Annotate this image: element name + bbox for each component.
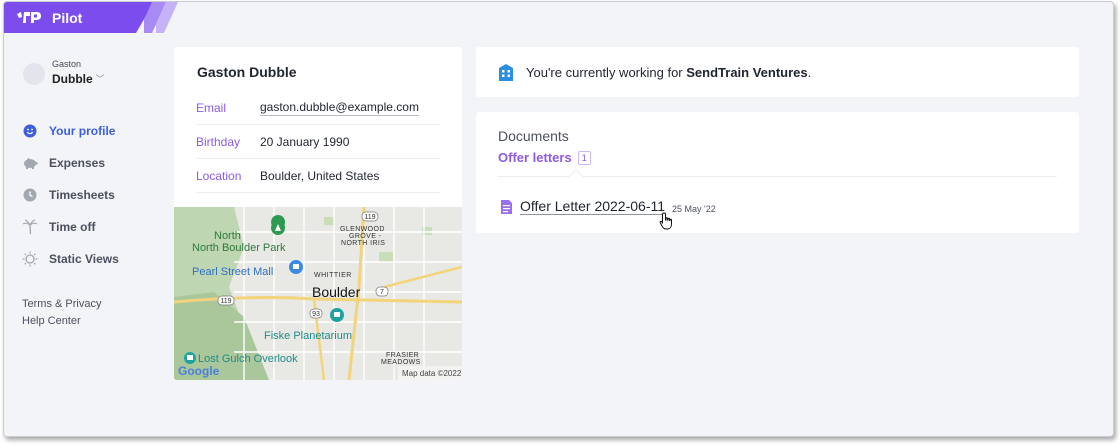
- map-pin-icon[interactable]: [184, 352, 196, 364]
- document-link[interactable]: Offer Letter 2022-06-11: [520, 199, 666, 215]
- document-icon: [501, 200, 512, 214]
- app-window: Pilot Gaston Dubble ﹀ Your profile Expen…: [3, 1, 1114, 437]
- route-93: 93: [312, 311, 320, 318]
- user-last-name: Dubble: [52, 71, 93, 86]
- map-attribution: Map data ©2022: [402, 369, 462, 378]
- location-label: Location: [196, 168, 242, 183]
- sidebar-item-your-profile[interactable]: Your profile: [22, 115, 119, 147]
- location-map[interactable]: 119 119 93 7 North North Boulder Park Pe…: [174, 207, 462, 380]
- palm-tree-icon: [22, 219, 38, 235]
- birthday-value: 20 January 1990: [260, 134, 350, 149]
- pilot-logo-icon: [17, 11, 41, 23]
- location-row: Location Boulder, United States: [196, 159, 440, 193]
- route-7: 7: [380, 289, 384, 296]
- notice-prefix: You're currently working for: [526, 64, 687, 80]
- birthday-label: Birthday: [196, 134, 241, 149]
- app-name: Pilot: [52, 9, 83, 26]
- sidebar-item-expenses[interactable]: Expenses: [22, 147, 119, 179]
- location-value: Boulder, United States: [260, 168, 380, 183]
- map-label-whittier: WHITTIER: [314, 272, 352, 279]
- map-label-pearl-street: Pearl Street Mall: [192, 266, 273, 278]
- map-pin-icon[interactable]: [330, 308, 344, 322]
- sidebar-item-static-views[interactable]: Static Views: [22, 243, 119, 275]
- sidebar-item-label: Expenses: [49, 156, 106, 170]
- brand-header[interactable]: Pilot: [4, 2, 154, 33]
- profile-name: Gaston Dubble: [197, 64, 297, 80]
- route-119-left: 119: [220, 298, 231, 305]
- user-first-name: Gaston: [52, 59, 82, 69]
- map-label-glenwood-3: NORTH IRIS: [341, 240, 385, 247]
- profile-card: Gaston Dubble Email gaston.dubble@exampl…: [174, 47, 462, 380]
- email-label: Email: [196, 100, 227, 115]
- avatar: [23, 62, 45, 85]
- sidebar-item-label: Timesheets: [49, 188, 115, 202]
- map-label-frasier-2: MEADOWS: [381, 359, 421, 366]
- tab-offer-letters[interactable]: Offer letters 1: [498, 150, 591, 165]
- email-row: Email gaston.dubble@example.com: [196, 91, 440, 125]
- hand-cursor-icon: [659, 212, 672, 230]
- smiley-icon: [22, 123, 38, 139]
- sun-icon: [22, 251, 38, 267]
- clock-icon: [22, 187, 38, 203]
- notice-text: You're currently working for SendTrain V…: [526, 65, 811, 80]
- help-center-link[interactable]: Help Center: [22, 315, 101, 327]
- email-link[interactable]: gaston.dubble@example.com: [260, 100, 419, 116]
- map-label-frasier-1: FRASIER: [386, 352, 419, 359]
- sidebar-item-label: Static Views: [49, 252, 119, 266]
- map-label-north: North: [214, 230, 241, 242]
- notice-company: SendTrain Ventures: [686, 64, 808, 80]
- documents-card: Documents Offer letters 1 Offer Letter 2…: [476, 112, 1079, 233]
- map-label-north-boulder-park: North Boulder Park: [192, 242, 286, 254]
- building-icon: [499, 63, 513, 81]
- list-item: Offer Letter 2022-06-11 25 May '22: [501, 199, 716, 215]
- sidebar-item-time-off[interactable]: Time off: [22, 211, 119, 243]
- sidebar-item-label: Time off: [49, 220, 96, 234]
- sidebar-footer: Terms & Privacy Help Center: [22, 298, 101, 332]
- tab-label: Offer letters: [498, 150, 572, 165]
- documents-title: Documents: [498, 128, 569, 144]
- tab-indicator: [568, 168, 584, 184]
- google-logo: Google: [178, 364, 220, 378]
- map-label-fiske: Fiske Planetarium: [264, 330, 352, 342]
- sidebar-item-timesheets[interactable]: Timesheets: [22, 179, 119, 211]
- notice-suffix: .: [807, 64, 812, 80]
- map-label-glenwood-2: GROVE -: [349, 233, 382, 240]
- terms-privacy-link[interactable]: Terms & Privacy: [22, 298, 101, 310]
- employer-notice: You're currently working for SendTrain V…: [476, 47, 1079, 97]
- document-date: 25 May '22: [672, 203, 716, 214]
- birthday-row: Birthday 20 January 1990: [196, 125, 440, 159]
- map-label-glenwood-1: GLENWOOD: [340, 226, 385, 233]
- user-menu[interactable]: Gaston Dubble ﹀: [23, 59, 105, 87]
- map-label-boulder: Boulder: [312, 284, 361, 300]
- user-names: Gaston Dubble ﹀: [52, 59, 105, 87]
- piggy-bank-icon: [22, 155, 38, 171]
- user-last-name-wrap: Dubble ﹀: [52, 71, 105, 86]
- sidebar-item-label: Your profile: [49, 124, 116, 138]
- pilot-logo: Pilot: [16, 10, 82, 26]
- map-pin-icon[interactable]: [289, 260, 303, 274]
- tab-count-badge: 1: [577, 150, 591, 165]
- chevron-down-icon: ﹀: [95, 73, 105, 84]
- route-119-top: 119: [364, 214, 375, 221]
- sidebar-nav: Your profile Expenses Timesheets Time of…: [22, 115, 119, 275]
